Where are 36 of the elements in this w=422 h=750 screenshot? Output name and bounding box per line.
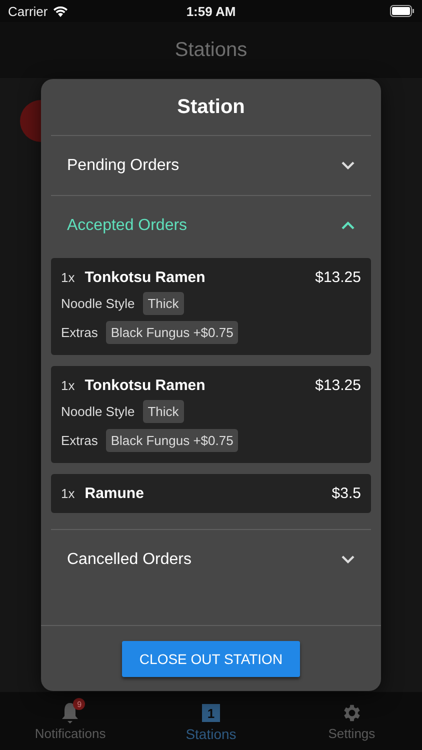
carrier-label: Carrier — [8, 4, 48, 18]
option-chip: Black Fungus +$0.75 — [106, 321, 238, 344]
section-header[interactable]: Cancelled Orders — [51, 530, 371, 589]
option-label: Extras — [61, 433, 98, 448]
chevron-up-icon — [341, 221, 355, 230]
battery-icon — [390, 5, 414, 17]
quantity-label: 1x — [61, 378, 75, 393]
option-label: Noodle Style — [61, 404, 135, 419]
screen-title: Stations — [174, 38, 248, 62]
item-price: $3.5 — [332, 485, 361, 502]
station-count: 1 — [202, 704, 220, 722]
item-price: $13.25 — [315, 269, 361, 286]
chevron-down-icon — [341, 161, 355, 170]
clock-time: 1:59 AM — [186, 4, 236, 18]
bell-icon — [61, 702, 80, 724]
item-name: Tonkotsu Ramen — [84, 377, 206, 394]
option-label: Noodle Style — [61, 296, 135, 311]
close-out-button[interactable]: CLOSE OUT STATION — [122, 640, 300, 676]
option-chip: Thick — [142, 400, 184, 423]
section-header[interactable]: Pending Orders — [51, 136, 371, 195]
dialog-title: Station — [177, 96, 245, 118]
option-label: Extras — [61, 325, 98, 340]
tab-item[interactable]: 9 Notifications — [0, 692, 141, 750]
section-header[interactable]: Accepted Orders — [51, 196, 371, 255]
quantity-label: 1x — [61, 270, 75, 285]
item-name: Ramune — [84, 485, 145, 502]
tab-item[interactable]: 1 Stations — [140, 692, 282, 750]
item-name: Tonkotsu Ramen — [84, 269, 206, 286]
item-price: $13.25 — [315, 377, 361, 394]
option-chip: Thick — [142, 292, 184, 315]
option-chip: Black Fungus +$0.75 — [106, 429, 238, 452]
tab-item[interactable]: Settings — [281, 692, 422, 750]
notification-badge: 9 — [73, 698, 86, 710]
wifi-icon — [52, 6, 68, 16]
chevron-down-icon — [341, 555, 355, 564]
quantity-label: 1x — [61, 486, 75, 501]
